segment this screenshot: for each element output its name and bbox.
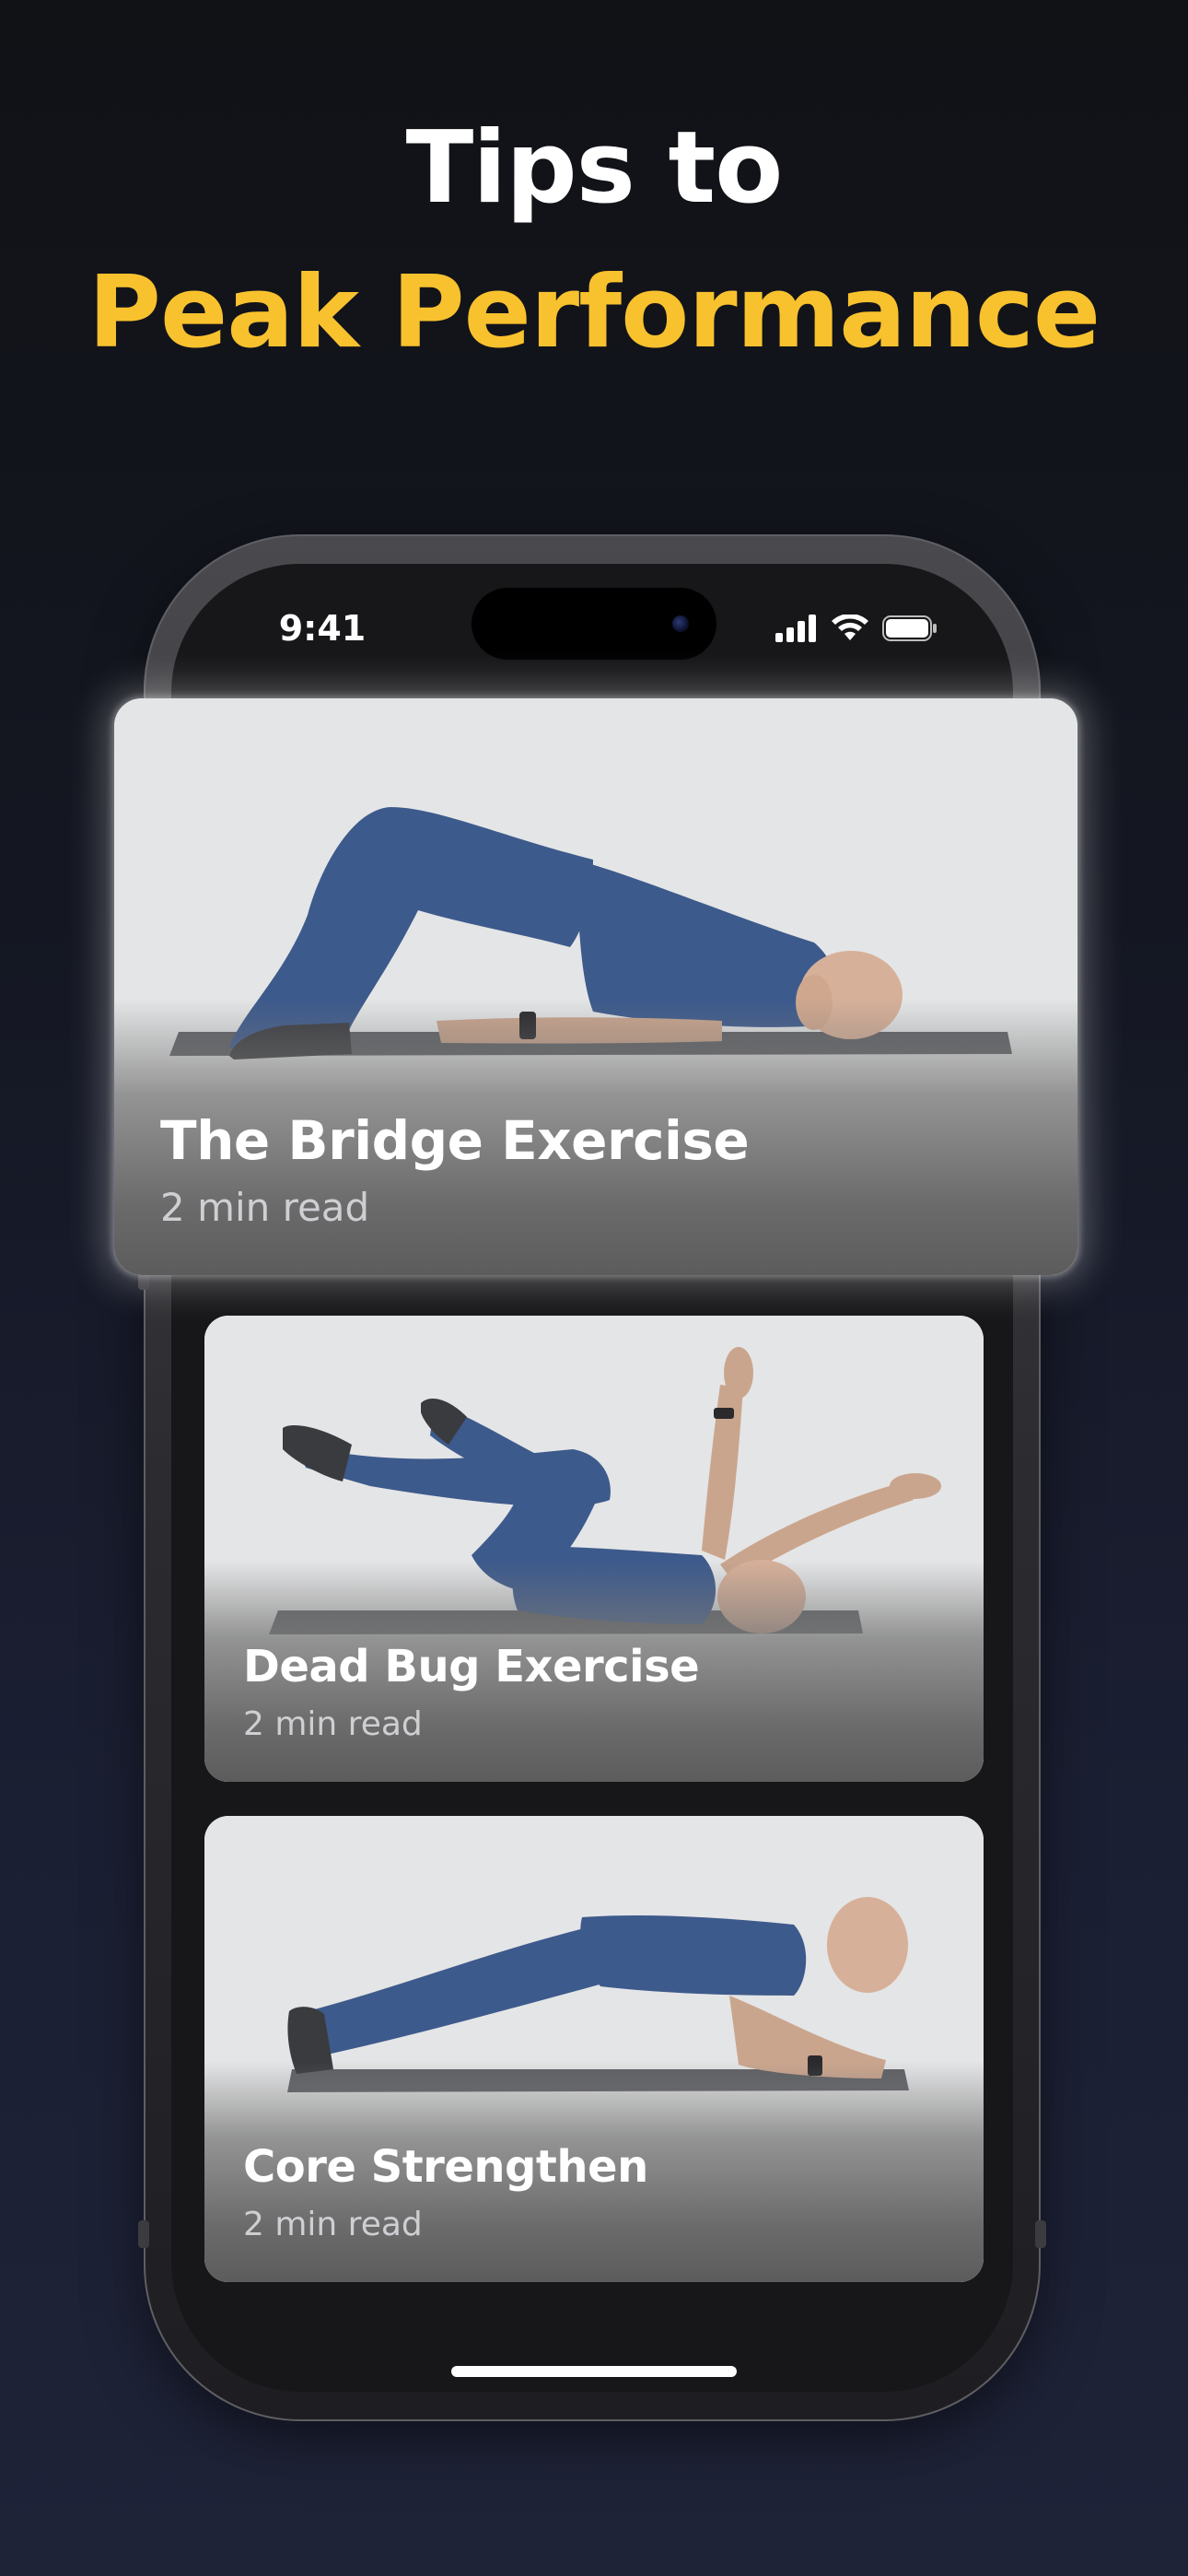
wifi-icon: [832, 615, 868, 640]
article-title: Core Strengthen: [243, 2141, 648, 2193]
signal-icon: [775, 615, 816, 642]
home-indicator[interactable]: [451, 2366, 737, 2377]
headline-line-2: Peak Performance: [87, 255, 1101, 370]
article-card-core-strengthen[interactable]: Core Strengthen 2 min read: [204, 1816, 984, 2282]
status-icons: [775, 612, 938, 645]
article-title: The Bridge Exercise: [160, 1109, 750, 1172]
headline-line-1: Tips to: [405, 111, 784, 226]
article-read-time: 2 min read: [243, 1705, 423, 1743]
article-card-bridge[interactable]: The Bridge Exercise 2 min read: [114, 698, 1077, 1275]
article-card-dead-bug[interactable]: Dead Bug Exercise 2 min read: [204, 1316, 984, 1782]
camera-icon: [672, 615, 689, 632]
status-time: 9:41: [278, 608, 367, 649]
dynamic-island: [472, 588, 716, 660]
phone-side-button-right: [1035, 2220, 1046, 2248]
article-read-time: 2 min read: [243, 2206, 423, 2243]
article-title: Dead Bug Exercise: [243, 1641, 700, 1692]
phone-side-button-left-lower: [138, 2220, 149, 2248]
article-read-time: 2 min read: [160, 1185, 370, 1230]
battery-icon: [882, 615, 937, 641]
